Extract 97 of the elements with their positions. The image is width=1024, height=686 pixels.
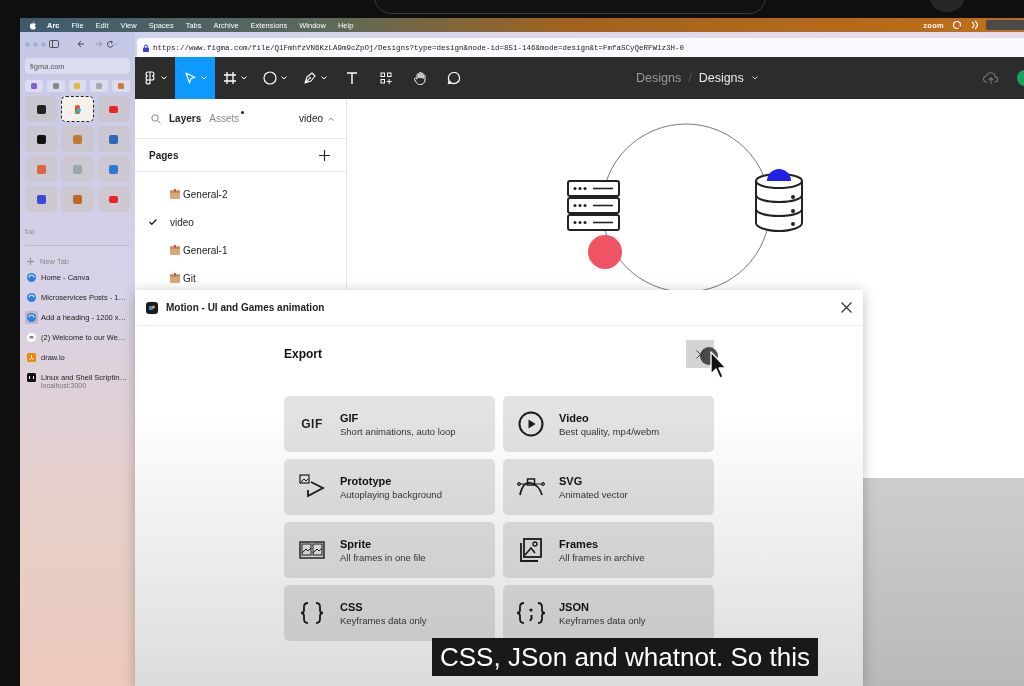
apple-logo-icon [28, 20, 37, 30]
braces-semicolon-icon [516, 601, 546, 625]
favorite-tab[interactable] [61, 96, 94, 122]
site-icon [36, 194, 46, 204]
site-icon [74, 83, 81, 89]
caret-down-icon [751, 76, 758, 80]
breadcrumb-separator: / [688, 71, 692, 85]
checkmark-icon [149, 219, 157, 225]
site-icon [73, 194, 82, 204]
panel-tab[interactable]: Assets [209, 113, 240, 124]
site-icon [27, 333, 36, 342]
section-heading: Export [284, 347, 322, 361]
page-switcher[interactable]: video [299, 113, 334, 124]
site-icon [27, 353, 36, 362]
dialog-title: Motion - UI and Games animation [166, 302, 325, 313]
plugin-logo-icon [146, 301, 158, 314]
page-item[interactable]: General-1 [135, 236, 346, 264]
plus-icon [27, 257, 34, 265]
server-rack-icon [567, 180, 620, 231]
export-option[interactable]: Frames All frames in archive [503, 522, 714, 578]
plus-icon[interactable] [319, 149, 330, 161]
site-icon [52, 83, 59, 89]
export-option[interactable]: JSON Keyframes data only [503, 585, 714, 641]
caret-down-icon [281, 76, 287, 80]
box-icon [170, 245, 180, 255]
site-icon [73, 164, 82, 174]
cursor-arrow-icon [183, 71, 197, 85]
favorite-tab[interactable] [25, 96, 58, 122]
site-icon [109, 104, 119, 114]
cloud-upload-icon[interactable] [983, 71, 999, 85]
caret-up-icon [328, 116, 334, 121]
caret-down-icon [201, 76, 207, 80]
figma-logo-icon [143, 71, 157, 85]
site-icon [27, 273, 36, 282]
site-icon [30, 83, 37, 89]
page-item[interactable]: Git [135, 264, 346, 292]
site-icon [36, 104, 46, 114]
favorite-tab[interactable] [25, 126, 58, 152]
export-option[interactable]: CSS Keyframes data only [284, 585, 495, 641]
image-play-icon [299, 474, 325, 500]
shapes-grid-icon [379, 71, 393, 85]
site-icon [73, 134, 82, 144]
pen-nib-icon [303, 71, 317, 85]
site-icon [109, 194, 119, 204]
sidebar-toggle-icon[interactable] [49, 40, 59, 48]
video-caption: CSS, JSon and whatnot. So this [432, 638, 818, 676]
export-option[interactable]: Prototype Autoplaying background [284, 459, 495, 515]
hand-icon [413, 71, 427, 85]
export-option[interactable]: SVG Animated vector [503, 459, 714, 515]
export-option[interactable]: Video Best quality, mp4/webm [503, 396, 714, 452]
format-icon-label: GIF [301, 417, 323, 431]
export-option[interactable]: Sprite All frames in one file [284, 522, 495, 578]
unread-dot-icon [241, 111, 245, 114]
caret-down-icon [161, 76, 167, 80]
audio-icon[interactable] [970, 20, 978, 30]
site-icon [118, 83, 125, 89]
text-tool-icon [345, 71, 359, 85]
circle-icon [263, 71, 277, 85]
caret-down-icon [321, 76, 327, 80]
image-stack-icon [519, 538, 543, 562]
close-button[interactable] [841, 302, 852, 313]
lock-icon [143, 43, 149, 52]
caret-down-icon [241, 76, 247, 80]
site-icon [27, 313, 36, 322]
curly-braces-icon [300, 601, 324, 625]
site-icon [73, 104, 82, 114]
play-circle-icon [518, 411, 544, 437]
site-icon [36, 134, 46, 144]
frame-grid-icon [223, 71, 237, 85]
export-option[interactable]: GIF GIF Short animations, auto loop [284, 396, 495, 452]
reload-icon[interactable] [106, 40, 118, 48]
site-icon [96, 83, 103, 89]
speech-bubble-icon [447, 71, 461, 85]
page-item[interactable]: General-2 [135, 180, 346, 208]
close-icon [841, 302, 852, 313]
pinned-site[interactable] [46, 80, 65, 92]
box-icon [170, 189, 180, 199]
page-item[interactable]: video [135, 208, 346, 236]
bezier-curve-icon [517, 477, 545, 497]
site-icon [27, 373, 36, 382]
search-icon[interactable] [151, 113, 161, 124]
image-strip-icon [299, 541, 325, 559]
site-icon [36, 164, 46, 174]
pinned-site[interactable] [112, 80, 130, 92]
pinned-site[interactable] [25, 80, 43, 92]
site-icon [109, 134, 119, 144]
site-icon [27, 293, 36, 302]
node-dot [588, 235, 622, 269]
panel-tab[interactable]: Layers [169, 113, 202, 124]
back-arrow-icon[interactable] [77, 40, 85, 48]
file-name-menu[interactable]: Designs [698, 71, 758, 85]
status-icon[interactable] [952, 20, 962, 30]
database-icon [755, 173, 803, 232]
section-title: Pages [149, 149, 179, 161]
site-icon [109, 164, 119, 174]
box-icon [170, 273, 180, 283]
project-link[interactable]: Designs [636, 71, 682, 85]
